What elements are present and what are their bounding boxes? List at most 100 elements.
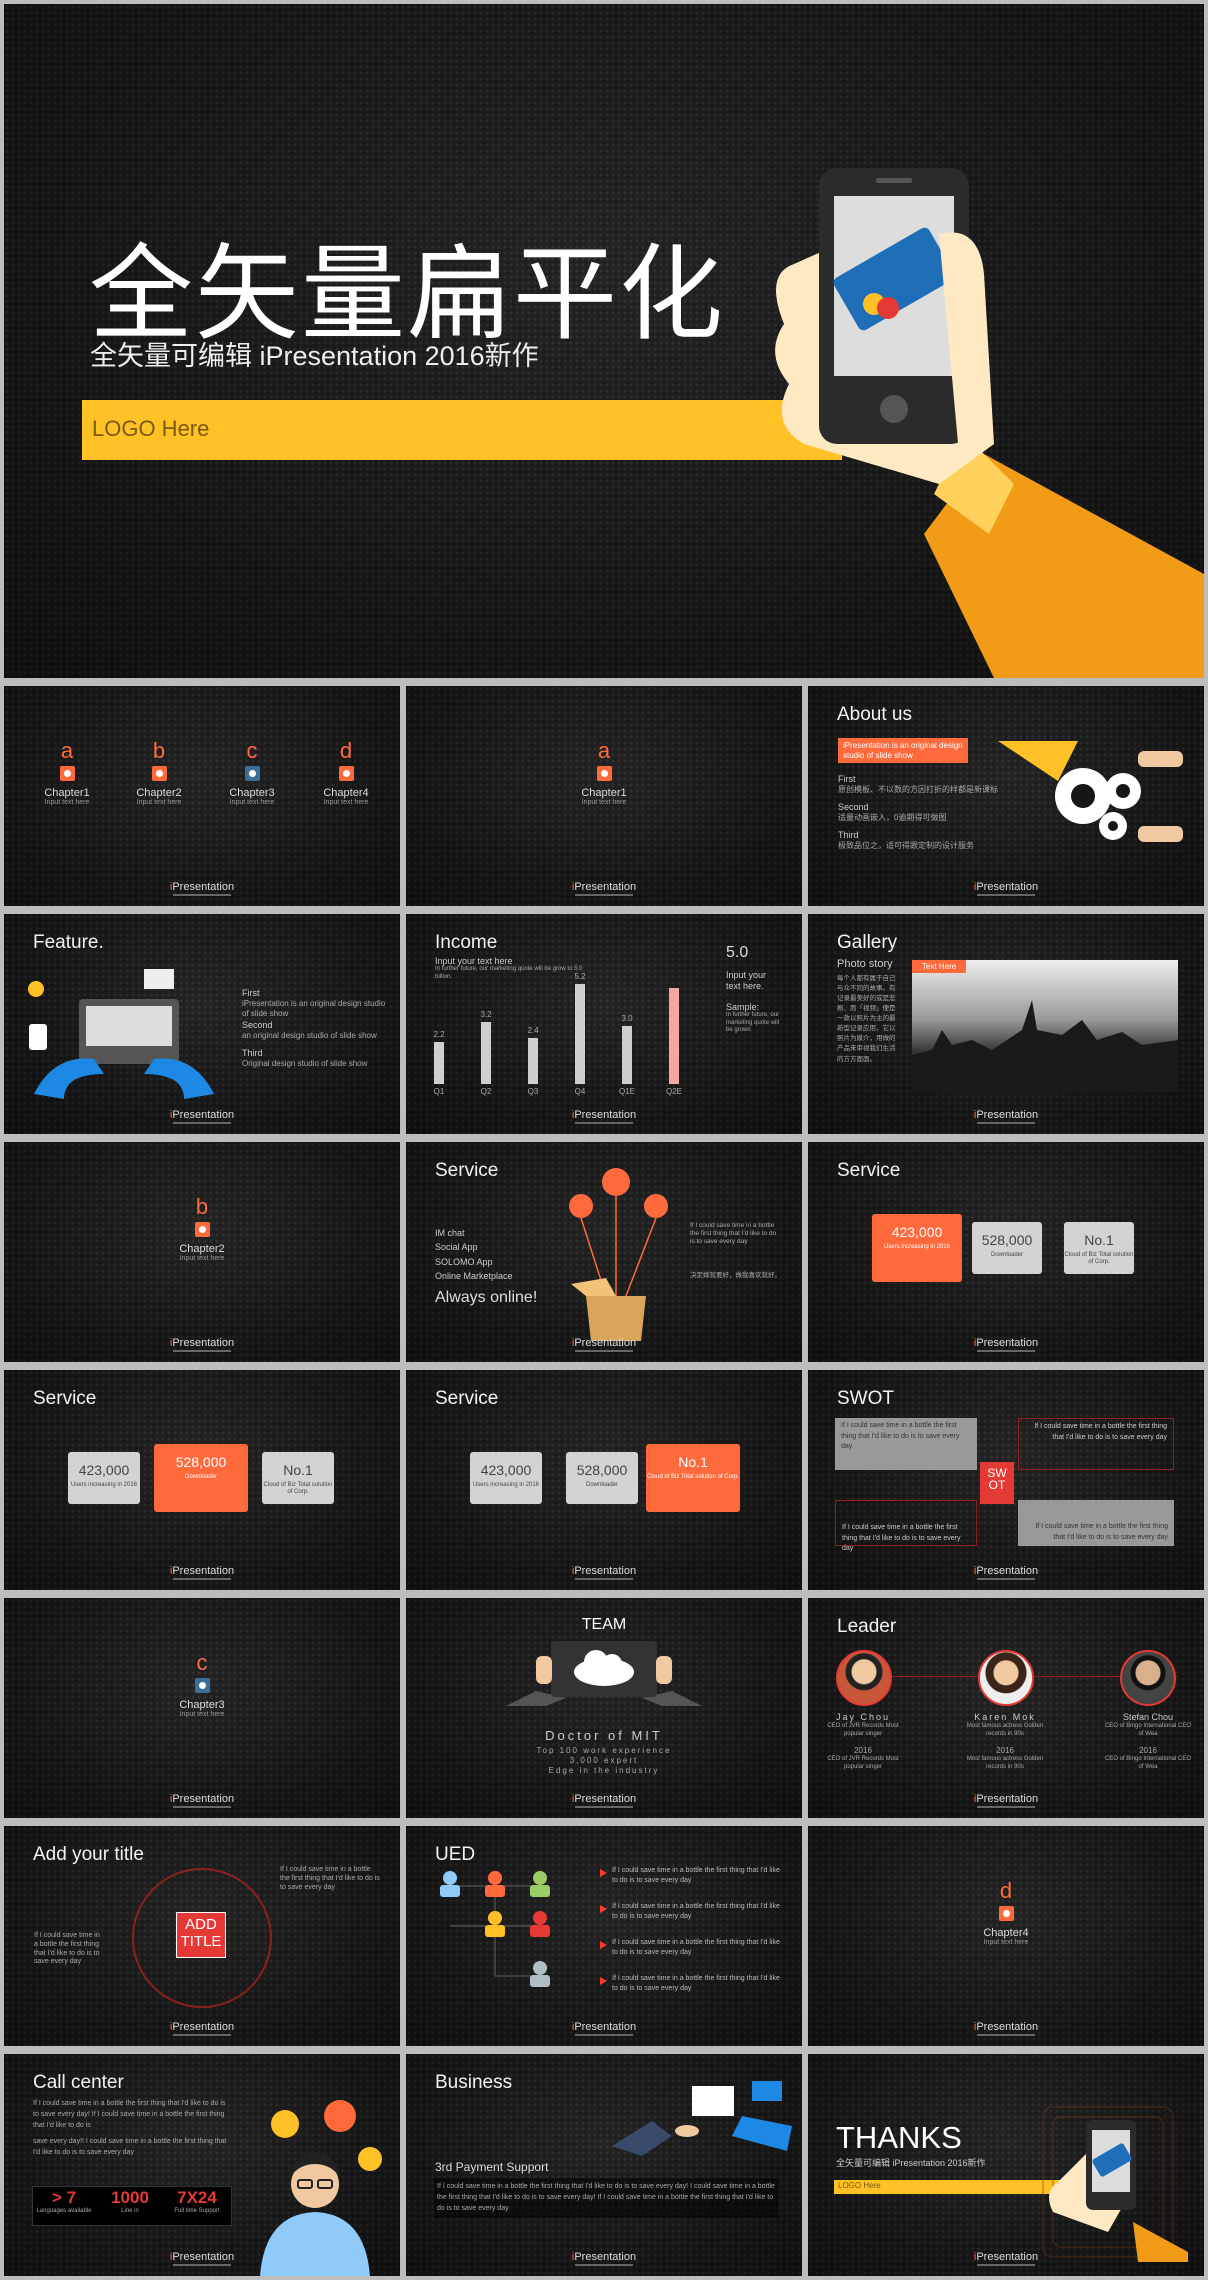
chapter-1[interactable]: a Chapter1 Input text here <box>559 738 649 806</box>
chapter-title: Chapter1 <box>581 787 627 799</box>
brand-footer: iPresentation <box>406 1565 802 1580</box>
stat-box-downloader[interactable]: 528,000 Downloader <box>566 1452 638 1504</box>
feature-item-2: Second an original design studio of slide… <box>242 1020 377 1041</box>
leader-2: Karen Mok Most famous actress Golden reco… <box>966 1712 1044 1770</box>
chapter1-slide[interactable]: a Chapter1 Input text here iPresentation <box>406 686 802 906</box>
team-line-1: Doctor of MIT <box>545 1728 663 1743</box>
chapter-3[interactable]: c Chapter3 Input text here <box>207 738 297 806</box>
brand-footer: iPresentation <box>808 1565 1204 1580</box>
thanks-sub: 全矢量可编辑 iPresentation 2016新作 <box>836 2158 986 2168</box>
cover-slide[interactable]: 全矢量扁平化 全矢量可编辑 iPresentation 2016新作 LOGO … <box>4 4 1204 678</box>
service-a-slide[interactable]: Service 423,000 Users increasing in 2016 … <box>808 1142 1204 1362</box>
chapter-4[interactable]: d Chapter4 Input text here <box>961 1878 1051 1946</box>
brand-footer: iPresentation <box>406 1793 802 1808</box>
team-slide[interactable]: TEAM Doctor of MIT Top 100 work experien… <box>406 1598 802 1818</box>
stat-box-users[interactable]: 423,000 Users increasing in 2016 <box>68 1452 140 1504</box>
chapter-sub: Input text here <box>179 1255 225 1262</box>
business-slide[interactable]: Business 3rd Payment Support If I could … <box>406 2054 802 2276</box>
stat-box-rank[interactable]: No.1 Cloud of Biz Total solution of Corp. <box>646 1444 740 1512</box>
gallery-slide[interactable]: Gallery Photo story 每个人都有属于自己与众不同的故事，有记录… <box>808 914 1204 1134</box>
avatar-stefan-chou[interactable] <box>1120 1650 1176 1706</box>
chapter-4[interactable]: d Chapter4 Input text here <box>301 738 391 806</box>
gift-icon <box>59 766 75 781</box>
stat-box-rank[interactable]: No.1 Cloud of Biz Total solution of Corp. <box>262 1452 334 1504</box>
avatar-karen-mok[interactable] <box>978 1650 1034 1706</box>
income-slide[interactable]: Income Input your text here In further f… <box>406 914 802 1134</box>
chapter-sub: Input text here <box>229 799 275 806</box>
chapter2-slide[interactable]: b Chapter2 Input text here iPresentation <box>4 1142 400 1362</box>
brand-footer: iPresentation <box>4 1565 400 1580</box>
cover-subtitle: 全矢量可编辑 iPresentation 2016新作 <box>90 341 539 371</box>
chapter-3[interactable]: c Chapter3 Input text here <box>157 1650 247 1718</box>
service-tagline: Always online! <box>435 1289 538 1306</box>
service-text-1: If I could save time in a bottle the fir… <box>690 1222 777 1246</box>
chapter-2[interactable]: b Chapter2 Input text here <box>114 738 204 806</box>
cloud-tablet-illustration <box>506 1641 702 1706</box>
leader-slide[interactable]: Leader Jay Chou CEO of JVR Records Most p… <box>808 1598 1204 1818</box>
ued-row-3: If I could save time in a bottle the fir… <box>600 1938 787 1958</box>
feature-slide[interactable]: Feature. First iPresentation is an origin… <box>4 914 400 1134</box>
chapters-slide[interactable]: a Chapter1 Input text here b Chapter2 Input … <box>4 686 400 906</box>
chapter-1[interactable]: a Chapter1 Input text here <box>22 738 112 806</box>
swot-threats: If I could save time in a bottle the fir… <box>1018 1500 1174 1546</box>
slide-title: UED <box>435 1844 476 1865</box>
support-agent-illustration <box>260 2100 382 2276</box>
chapter-letter: d <box>999 1878 1013 1903</box>
add-title-box[interactable]: ADD TITLE <box>176 1912 226 1958</box>
chapter4-slide[interactable]: d Chapter4 Input text here iPresentation <box>808 1826 1204 2046</box>
gallery-tag: Text Here <box>912 960 967 973</box>
leader-1: Jay Chou CEO of JVR Records Most popular … <box>827 1712 899 1770</box>
swot-weaknesses: If I could save time in a bottle the fir… <box>1018 1418 1174 1470</box>
income-bar-value: 2.4 <box>527 1025 539 1035</box>
chapter-letter: b <box>195 1194 209 1219</box>
gift-icon <box>596 766 612 781</box>
income-bar <box>575 984 585 1084</box>
stat-box-users[interactable]: 423,000 Users increasing in 2016 <box>470 1452 542 1504</box>
about-slide[interactable]: About us iPresentation is an original de… <box>808 686 1204 906</box>
stat-box-downloader[interactable]: 528,000 Downloader <box>154 1444 248 1512</box>
brand-footer: iPresentation <box>406 1337 802 1352</box>
team-title: TEAM <box>581 1616 627 1633</box>
chapter3-slide[interactable]: c Chapter3 Input text here iPresentation <box>4 1598 400 1818</box>
service-b-slide[interactable]: Service 423,000 Users increasing in 2016 … <box>4 1370 400 1590</box>
chapter-sub: Input text here <box>44 799 90 806</box>
income-side: Input your text here. <box>726 970 767 992</box>
slide-title: Call center <box>33 2072 124 2093</box>
chapter-2[interactable]: b Chapter2 Input text here <box>157 1194 247 1262</box>
service-online-slide[interactable]: Service IM chat Social App SOLOMO App Onlin… <box>406 1142 802 1362</box>
stat-box-downloader[interactable]: 528,000 Downloader <box>972 1222 1042 1274</box>
brand-footer: iPresentation <box>808 1109 1204 1124</box>
stat-lines: 1000 Line in <box>111 2188 149 2214</box>
slide-title: Service <box>435 1388 499 1409</box>
thanks-slide[interactable]: THANKS 全矢量可编辑 iPresentation 2016新作 LOGO … <box>808 2054 1204 2276</box>
income-bar-category: Q4 <box>574 1087 586 1096</box>
brand-footer: iPresentation <box>406 1109 802 1124</box>
swot-slide[interactable]: SWOT If I could save time in a bottle th… <box>808 1370 1204 1590</box>
income-bar <box>434 1041 444 1084</box>
city-photo <box>912 960 1178 1092</box>
income-bar <box>481 1022 491 1084</box>
chapter-sub: Input text here <box>179 1711 225 1718</box>
chapter-sub: Input text here <box>136 799 182 806</box>
hand-phone-illustration <box>775 168 1204 678</box>
slide-title: Service <box>33 1388 97 1409</box>
ued-slide[interactable]: UED If I could save time in a bottle the… <box>406 1826 802 2046</box>
slide-title: Gallery <box>837 932 898 953</box>
chapter-letter: a <box>597 738 611 763</box>
brand-footer: iPresentation <box>406 2021 802 2036</box>
map-icon <box>194 1678 210 1693</box>
income-bar-category: Q3 <box>527 1087 539 1096</box>
stat-box-users[interactable]: 423,000 Users increasing in 2016 <box>872 1214 962 1282</box>
income-bar-value: 3.0 <box>621 1014 633 1024</box>
feature-item-1: First iPresentation is an original design… <box>242 988 386 1019</box>
avatar-jay-chou[interactable] <box>836 1650 892 1706</box>
call-center-slide[interactable]: Call center If I could save time in a bo… <box>4 2054 400 2276</box>
service-c-slide[interactable]: Service 423,000 Users increasing in 2016 … <box>406 1370 802 1590</box>
add-title-slide[interactable]: Add your title ADD TITLE If I could save… <box>4 1826 400 2046</box>
income-bar-value: 3.2 <box>480 1010 492 1020</box>
stat-box-rank[interactable]: No.1 Cloud of Biz Total solution of Corp. <box>1064 1222 1134 1274</box>
business-text: If I could save time in a bottle the fir… <box>434 2178 778 2218</box>
handshake-payment-illustration <box>612 2081 792 2156</box>
income-bar-value: 5.2 <box>574 972 586 981</box>
chapter-title: Chapter4 <box>323 787 369 799</box>
